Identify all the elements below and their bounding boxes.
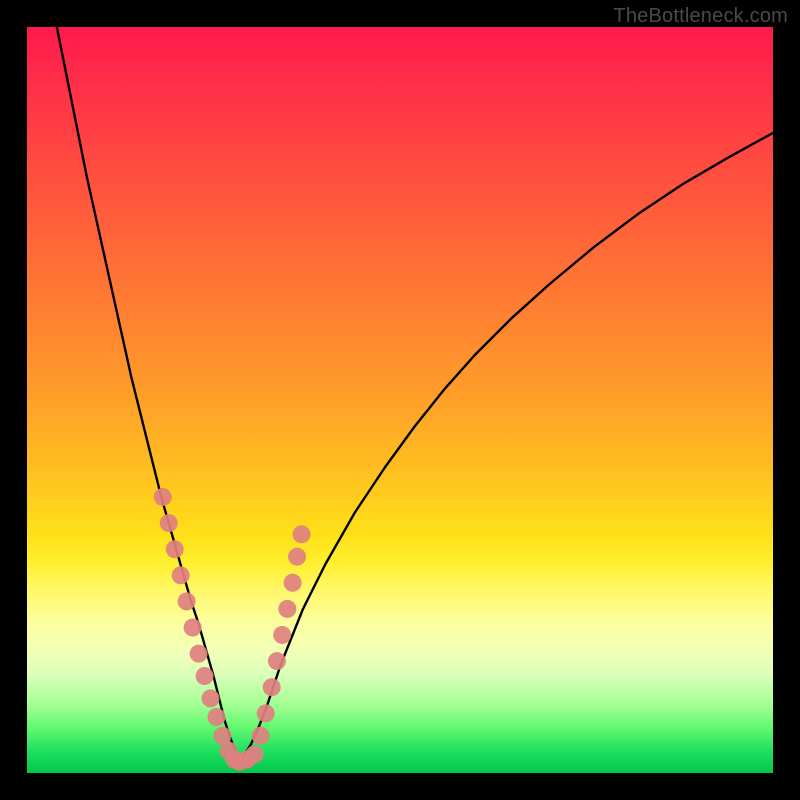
data-marker bbox=[166, 540, 184, 558]
data-marker bbox=[190, 645, 208, 663]
chart-frame bbox=[27, 27, 773, 773]
data-marker bbox=[246, 745, 264, 763]
data-marker bbox=[268, 652, 286, 670]
data-markers bbox=[154, 488, 311, 771]
data-marker bbox=[257, 704, 275, 722]
data-marker bbox=[184, 619, 202, 637]
data-marker bbox=[284, 574, 302, 592]
data-marker bbox=[172, 566, 190, 584]
data-marker bbox=[278, 600, 296, 618]
data-marker bbox=[196, 667, 214, 685]
data-marker bbox=[160, 514, 178, 532]
data-marker bbox=[154, 488, 172, 506]
right-curve bbox=[240, 133, 773, 760]
chart-svg bbox=[27, 27, 773, 773]
left-curve bbox=[57, 27, 240, 760]
watermark-text: TheBottleneck.com bbox=[613, 5, 788, 28]
data-marker bbox=[288, 548, 306, 566]
data-marker bbox=[202, 689, 220, 707]
data-marker bbox=[207, 708, 225, 726]
data-marker bbox=[273, 626, 291, 644]
data-marker bbox=[293, 525, 311, 543]
data-marker bbox=[178, 592, 196, 610]
data-marker bbox=[263, 678, 281, 696]
data-marker bbox=[252, 727, 270, 745]
